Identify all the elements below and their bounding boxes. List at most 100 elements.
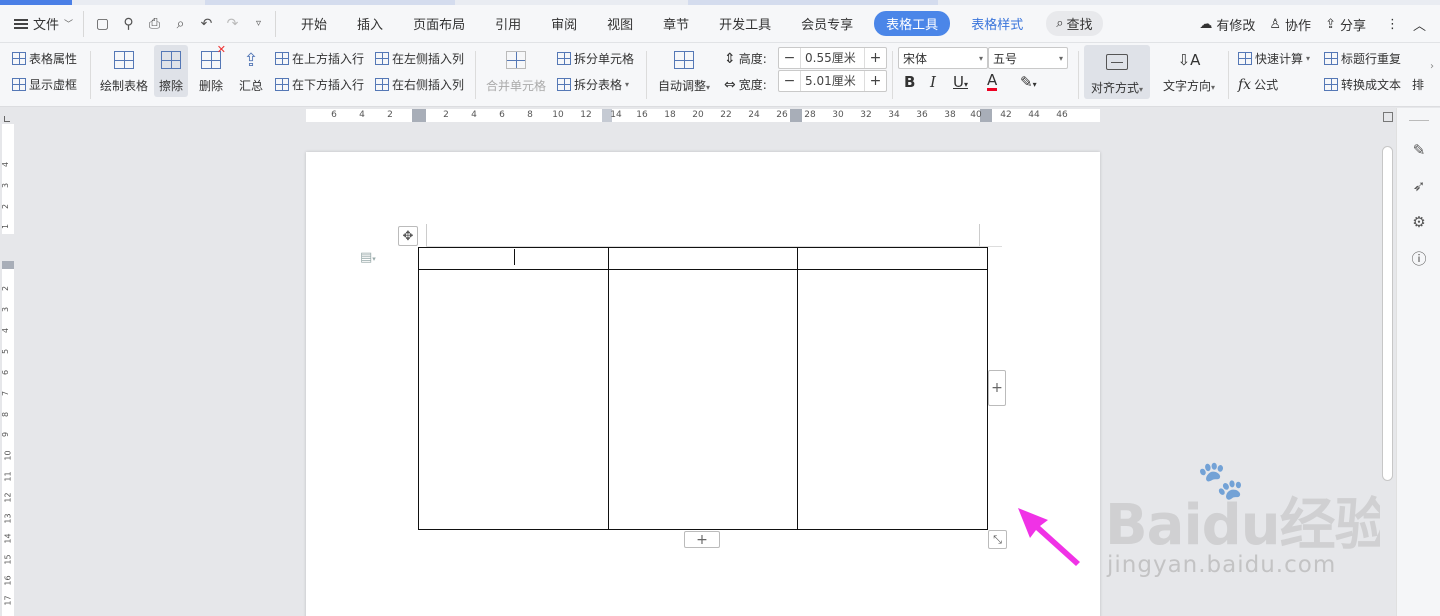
cursor-icon[interactable]: ➶ [1409,176,1429,196]
ruler-tick-label: 15 [3,554,13,565]
text-direction-button[interactable]: ⇩A 文字方向▾ [1158,47,1220,94]
ruler-tick-label: 10 [552,110,564,120]
show-gridlines-button[interactable]: 显示虚框 [12,76,77,93]
col-width-stepper[interactable]: − 5.01厘米 + [778,70,887,92]
tab-table-style[interactable]: 表格样式 [956,14,1038,33]
ruler-tick-label: 40 [970,110,982,120]
more-vert-icon[interactable]: ⋮ [1386,17,1399,32]
decrease-width-button[interactable]: − [779,71,800,91]
pen-icon[interactable]: ✎ [1409,140,1429,160]
draw-table-button[interactable]: 绘制表格 [98,47,150,94]
collapse-ribbon-icon[interactable]: ︿ [1413,15,1426,34]
tab-insert[interactable]: 插入 [342,14,398,33]
font-color-icon[interactable]: A [987,73,998,91]
vertical-scrollbar[interactable] [1380,108,1396,616]
bold-icon[interactable]: B [904,73,915,91]
tab-home[interactable]: 开始 [286,14,342,33]
ruler-right-margin-marker[interactable] [980,109,992,122]
formula-button[interactable]: fx 公式 [1238,76,1278,93]
ruler-left-margin-marker[interactable] [412,109,426,122]
ribbon-scroll-right[interactable]: › [1430,61,1434,72]
document-table[interactable] [418,247,988,530]
share-button[interactable]: ⇪ 分享 [1325,15,1366,34]
merge-cells-icon [503,47,529,73]
erase-button[interactable]: 擦除 [154,45,188,97]
table-move-handle[interactable]: ✥ [398,226,418,246]
insert-row-above-icon [275,52,289,65]
tab-developer[interactable]: 开发工具 [704,14,786,33]
tab-table-tools[interactable]: 表格工具 [874,11,951,36]
ruler-table-marker[interactable] [2,261,14,269]
ruler-tick-label: 16 [3,575,13,586]
italic-icon[interactable]: I [930,73,936,91]
insert-col-left-button[interactable]: 在左侧插入列 [375,50,464,67]
ruler-tick-label: 6 [499,110,505,120]
summary-button[interactable]: ⇪ 汇总 [234,47,268,94]
help-icon[interactable]: ⓘ [1409,248,1429,268]
vertical-ruler[interactable]: 4 3 2 1 2 3 4 5 6 7 8 9 10 11 12 13 14 15 16 17 [0,124,16,616]
font-name-select[interactable]: 宋体 ▾ [898,47,988,69]
horizontal-ruler[interactable]: 6 4 2 2 4 6 8 10 12 14 16 18 20 22 24 26 28 30 32 34 36 38 40 4… [0,108,1380,124]
auto-fit-button[interactable]: 自动调整▾ [654,47,714,94]
delete-table-icon: ✕ [198,43,226,73]
table-properties-button[interactable]: 表格属性 [12,50,77,67]
insert-row-above-button[interactable]: 在上方插入行 [275,50,364,67]
settings-sliders-icon[interactable]: ⚙ [1409,212,1429,232]
tab-references[interactable]: 引用 [480,14,536,33]
scrollbar-thumb[interactable] [1382,146,1393,481]
changes-button[interactable]: ☁ 有修改 [1199,15,1255,34]
tab-layout[interactable]: 页面布局 [398,14,480,33]
convert-text-icon [1324,78,1338,91]
search-button[interactable]: ⌕ 查找 [1046,11,1103,36]
paragraph-options-icon[interactable]: ▤▾ [360,250,376,265]
font-size-select[interactable]: 五号 ▾ [988,47,1068,69]
more-icon[interactable]: ▿ [250,18,267,29]
increase-height-button[interactable]: + [865,48,886,68]
decrease-height-button[interactable]: − [779,48,800,68]
align-button[interactable]: 对齐方式▾ [1084,45,1150,99]
split-table-button[interactable]: 拆分表格 ▾ [557,76,629,93]
underline-icon[interactable]: U▾ [953,73,968,91]
convert-text-button[interactable]: 转换成文本 [1324,76,1401,93]
quick-calc-button[interactable]: 快速计算 ▾ [1238,50,1310,67]
file-menu[interactable]: 文件 ﹀ [14,10,85,37]
print-icon[interactable]: ⎙ [146,16,163,32]
tab-section[interactable]: 章节 [648,14,704,33]
redo-icon[interactable]: ↷ [224,16,241,32]
share-label: 分享 [1339,18,1366,34]
insert-row-below-button[interactable]: 在下方插入行 [275,76,364,93]
col-width-input[interactable]: 5.01厘米 [800,71,865,91]
header-repeat-label: 标题行重复 [1341,52,1402,66]
save-icon[interactable]: ▢ [94,16,111,32]
tab-member[interactable]: 会员专享 [786,14,868,33]
tab-review[interactable]: 审阅 [536,14,592,33]
undo-icon[interactable]: ↶ [198,16,215,32]
collab-button[interactable]: ♙ 协作 [1269,15,1311,34]
print-preview-icon[interactable]: ⌕ [172,16,189,32]
scroll-top-icon[interactable] [1383,112,1393,122]
row-height-input[interactable]: 0.55厘米 [800,48,865,68]
cloud-icon: ☁ [1199,16,1213,32]
user-icon: ♙ [1269,16,1282,32]
ruler-tick-label: 2 [387,110,393,120]
add-row-button[interactable]: + [684,531,720,548]
ruler-col-marker[interactable] [790,109,802,122]
table-col-border[interactable] [608,248,609,529]
insert-col-right-button[interactable]: 在右侧插入列 [375,76,464,93]
ruler-tick-label: 11 [3,471,13,482]
split-cells-button[interactable]: 拆分单元格 [557,50,634,67]
table-resize-handle[interactable]: ⤡ [988,530,1007,549]
highlight-icon[interactable]: ✎▾ [1020,73,1037,91]
chevron-down-icon: ﹀ [64,20,74,30]
row-height-stepper[interactable]: − 0.55厘米 + [778,47,887,69]
delete-button[interactable]: ✕ 删除 [192,43,230,94]
sort-button[interactable]: 排 [1412,76,1424,93]
header-repeat-button[interactable]: 标题行重复 [1324,50,1401,67]
tab-view[interactable]: 视图 [592,14,648,33]
merge-cells-button[interactable]: 合并单元格 [484,47,548,94]
add-column-button[interactable]: + [988,370,1006,406]
formula-label: 公式 [1254,78,1279,92]
increase-width-button[interactable]: + [865,71,886,91]
format-painter-icon[interactable]: ⚲ [120,16,137,32]
table-col-border[interactable] [797,248,798,529]
